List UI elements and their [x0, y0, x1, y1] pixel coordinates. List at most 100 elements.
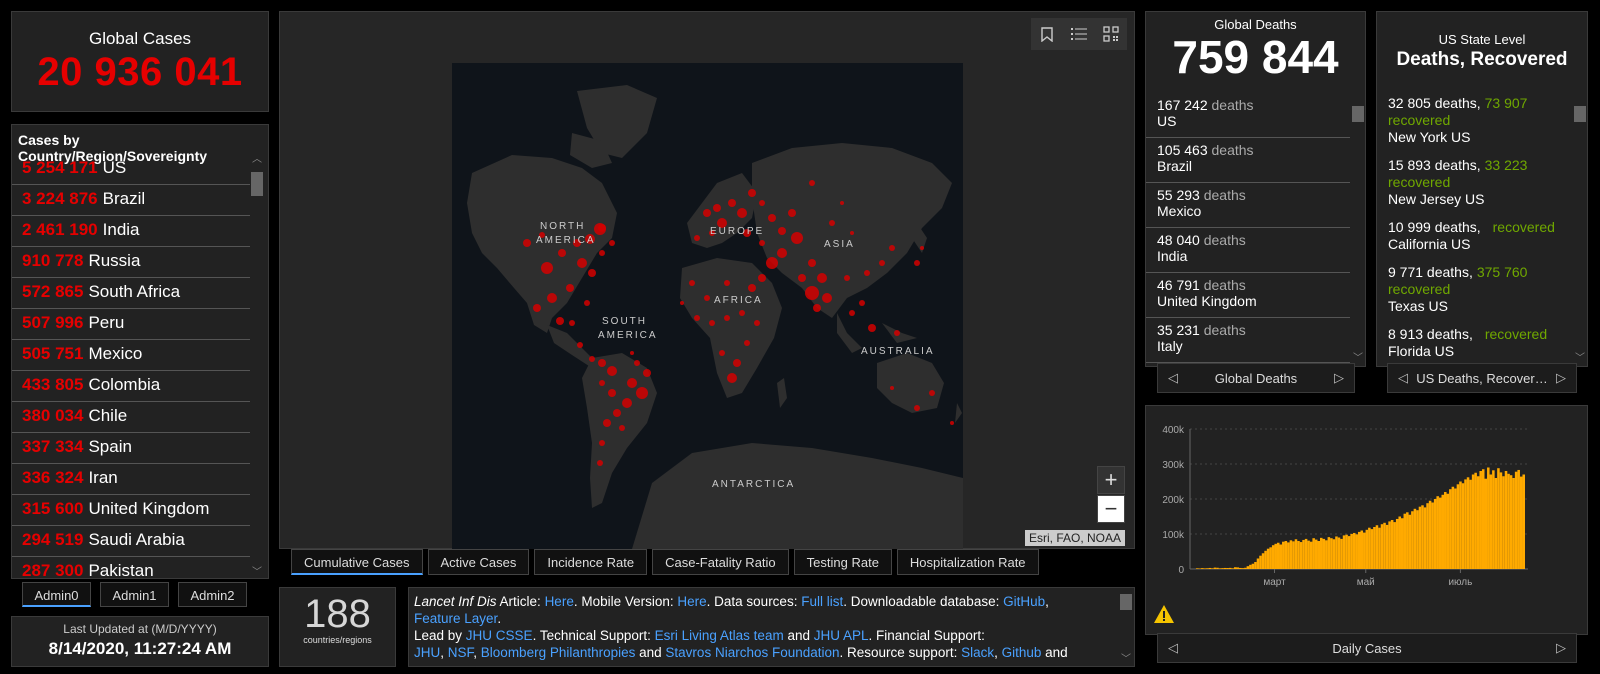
death-row[interactable]: 105 463 deaths Brazil: [1146, 138, 1350, 183]
bookmark-icon[interactable]: [1031, 18, 1063, 50]
info-text-part: Lead by: [414, 628, 466, 643]
country-row[interactable]: 5 254 171 US: [12, 154, 252, 185]
feature-layer-link[interactable]: Feature Layer: [414, 611, 497, 626]
nsf-link[interactable]: NSF: [448, 645, 474, 660]
info-text-part: . Technical Support:: [532, 628, 655, 643]
death-country-name: Italy: [1157, 338, 1183, 354]
country-row[interactable]: 336 324 Iran: [12, 464, 252, 495]
country-row[interactable]: 3 224 876 Brazil: [12, 185, 252, 216]
country-row[interactable]: 337 334 Spain: [12, 433, 252, 464]
state-row[interactable]: 15 893 deaths, 33 223 recovered New Jersey …: [1377, 157, 1573, 208]
next-arrow-icon[interactable]: ▷: [1334, 370, 1344, 386]
tab-admin1[interactable]: Admin1: [100, 582, 169, 607]
country-row[interactable]: 294 519 Saudi Arabia: [12, 526, 252, 557]
tab-cumulative-cases[interactable]: Cumulative Cases: [291, 549, 423, 575]
country-row[interactable]: 380 034 Chile: [12, 402, 252, 433]
state-row[interactable]: 8 913 deaths, recoveredrecovered Florida U…: [1377, 326, 1573, 360]
country-name: Iran: [88, 468, 118, 487]
country-row[interactable]: 507 996 Peru: [12, 309, 252, 340]
tab-testing-rate[interactable]: Testing Rate: [793, 549, 892, 575]
scroll-down-icon[interactable]: ﹀: [1119, 654, 1133, 666]
scroll-up-icon[interactable]: ︿: [250, 154, 264, 166]
country-row[interactable]: 287 300 Pakistan: [12, 557, 252, 578]
world-map[interactable]: NORTH AMERICA EUROPE ASIA AFRICA SOUTH A…: [452, 63, 963, 549]
zoom-in-button[interactable]: +: [1097, 466, 1125, 494]
state-name: Texas US: [1388, 298, 1448, 314]
daily-cases-bar: [1345, 534, 1348, 569]
daily-cases-bar: [1466, 477, 1470, 569]
info-scrollbar[interactable]: ﹀: [1119, 588, 1133, 666]
scroll-thumb[interactable]: [251, 172, 263, 196]
prev-arrow-icon[interactable]: ◁: [1168, 370, 1178, 386]
state-name: Florida US: [1388, 343, 1455, 359]
death-row[interactable]: 48 040 deaths India: [1146, 228, 1350, 273]
state-row[interactable]: 10 999 deaths, recoveredrecovered Californ…: [1377, 219, 1573, 253]
daily-cases-bar: [1519, 476, 1523, 569]
tab-active-cases[interactable]: Active Cases: [427, 549, 530, 575]
daily-cases-bar: [1406, 512, 1409, 569]
scroll-thumb[interactable]: [1574, 106, 1586, 122]
admin-tabs: Admin0 Admin1 Admin2: [22, 582, 256, 607]
map-panel[interactable]: NORTH AMERICA EUROPE ASIA AFRICA SOUTH A…: [279, 11, 1135, 549]
full-list-link[interactable]: Full list: [801, 594, 843, 609]
y-tick-label: 0: [1178, 565, 1184, 576]
death-row[interactable]: 167 242 deaths US: [1146, 93, 1350, 138]
state-scrollbar[interactable]: ﹀: [1573, 103, 1587, 365]
tab-admin2[interactable]: Admin2: [178, 582, 247, 607]
tab-hospitalization-rate[interactable]: Hospitalization Rate: [896, 549, 1039, 575]
map-label-australia: AUSTRALIA: [861, 346, 935, 357]
map-label-asia: ASIA: [824, 239, 855, 250]
state-recovered-word: recovered: [1388, 174, 1451, 190]
slack-link[interactable]: Slack: [961, 645, 994, 660]
prev-arrow-icon[interactable]: ◁: [1398, 370, 1408, 386]
death-word: deaths: [1211, 142, 1254, 158]
scroll-thumb[interactable]: [1120, 594, 1132, 610]
github-link[interactable]: GitHub: [1003, 594, 1045, 609]
jhu-csse-link[interactable]: JHU CSSE: [466, 628, 533, 643]
death-row[interactable]: 35 231 deaths Italy: [1146, 318, 1350, 363]
jhu-link[interactable]: JHU: [414, 645, 440, 660]
state-row[interactable]: 32 805 deaths, 73 907 recovered New York US: [1377, 95, 1573, 146]
github2-link[interactable]: Github: [1002, 645, 1042, 660]
tab-incidence-rate[interactable]: Incidence Rate: [534, 549, 648, 575]
country-list-scrollbar[interactable]: ︿ ﹀: [250, 154, 264, 578]
deaths-scrollbar[interactable]: ﹀: [1351, 103, 1365, 365]
state-row[interactable]: 9 771 deaths, 375 760 recovered Texas US: [1377, 264, 1573, 315]
country-row[interactable]: 505 751 Mexico: [12, 340, 252, 371]
jhu-apl-link[interactable]: JHU APL: [814, 628, 869, 643]
death-count: 46 791: [1157, 277, 1200, 293]
stavros-link[interactable]: Stavros Niarchos Foundation: [665, 645, 839, 660]
esri-link[interactable]: Esri Living Atlas team: [655, 628, 784, 643]
warning-icon[interactable]: [1153, 603, 1175, 625]
country-row[interactable]: 433 805 Colombia: [12, 371, 252, 402]
death-row[interactable]: 46 791 deaths United Kingdom: [1146, 273, 1350, 318]
country-row[interactable]: 2 461 190 India: [12, 216, 252, 247]
daily-cases-bar: [1206, 568, 1209, 569]
global-deaths-value: 759 844: [1172, 31, 1339, 83]
qr-grid-icon[interactable]: [1095, 18, 1127, 50]
bloomberg-link[interactable]: Bloomberg Philanthropies: [481, 645, 636, 660]
scroll-thumb[interactable]: [1352, 106, 1364, 122]
prev-arrow-icon[interactable]: ◁: [1168, 640, 1178, 656]
article-link[interactable]: Here: [545, 594, 574, 609]
tab-admin0[interactable]: Admin0: [22, 582, 91, 607]
next-arrow-icon[interactable]: ▷: [1556, 370, 1566, 386]
tab-case-fatality-ratio[interactable]: Case-Fatality Ratio: [652, 549, 789, 575]
daily-cases-bar: [1271, 545, 1275, 569]
country-row[interactable]: 910 778 Russia: [12, 247, 252, 278]
zoom-out-button[interactable]: −: [1097, 495, 1125, 523]
country-row[interactable]: 572 865 South Africa: [12, 278, 252, 309]
country-case-count: 505 751: [22, 344, 84, 363]
death-row[interactable]: 55 293 deaths Mexico: [1146, 183, 1350, 228]
legend-list-icon[interactable]: [1063, 18, 1095, 50]
us-state-title: US State Level: [1438, 32, 1526, 47]
next-arrow-icon[interactable]: ▷: [1556, 640, 1566, 656]
scroll-down-icon[interactable]: ﹀: [250, 567, 264, 578]
mobile-link[interactable]: Here: [677, 594, 706, 609]
daily-cases-bar: [1411, 511, 1414, 569]
state-stats-line: 15 893 deaths, 33 223: [1388, 157, 1573, 174]
info-text-part: and: [1041, 645, 1068, 660]
x-tick-label: июль: [1448, 577, 1472, 588]
daily-cases-bar: [1211, 568, 1214, 569]
country-row[interactable]: 315 600 United Kingdom: [12, 495, 252, 526]
